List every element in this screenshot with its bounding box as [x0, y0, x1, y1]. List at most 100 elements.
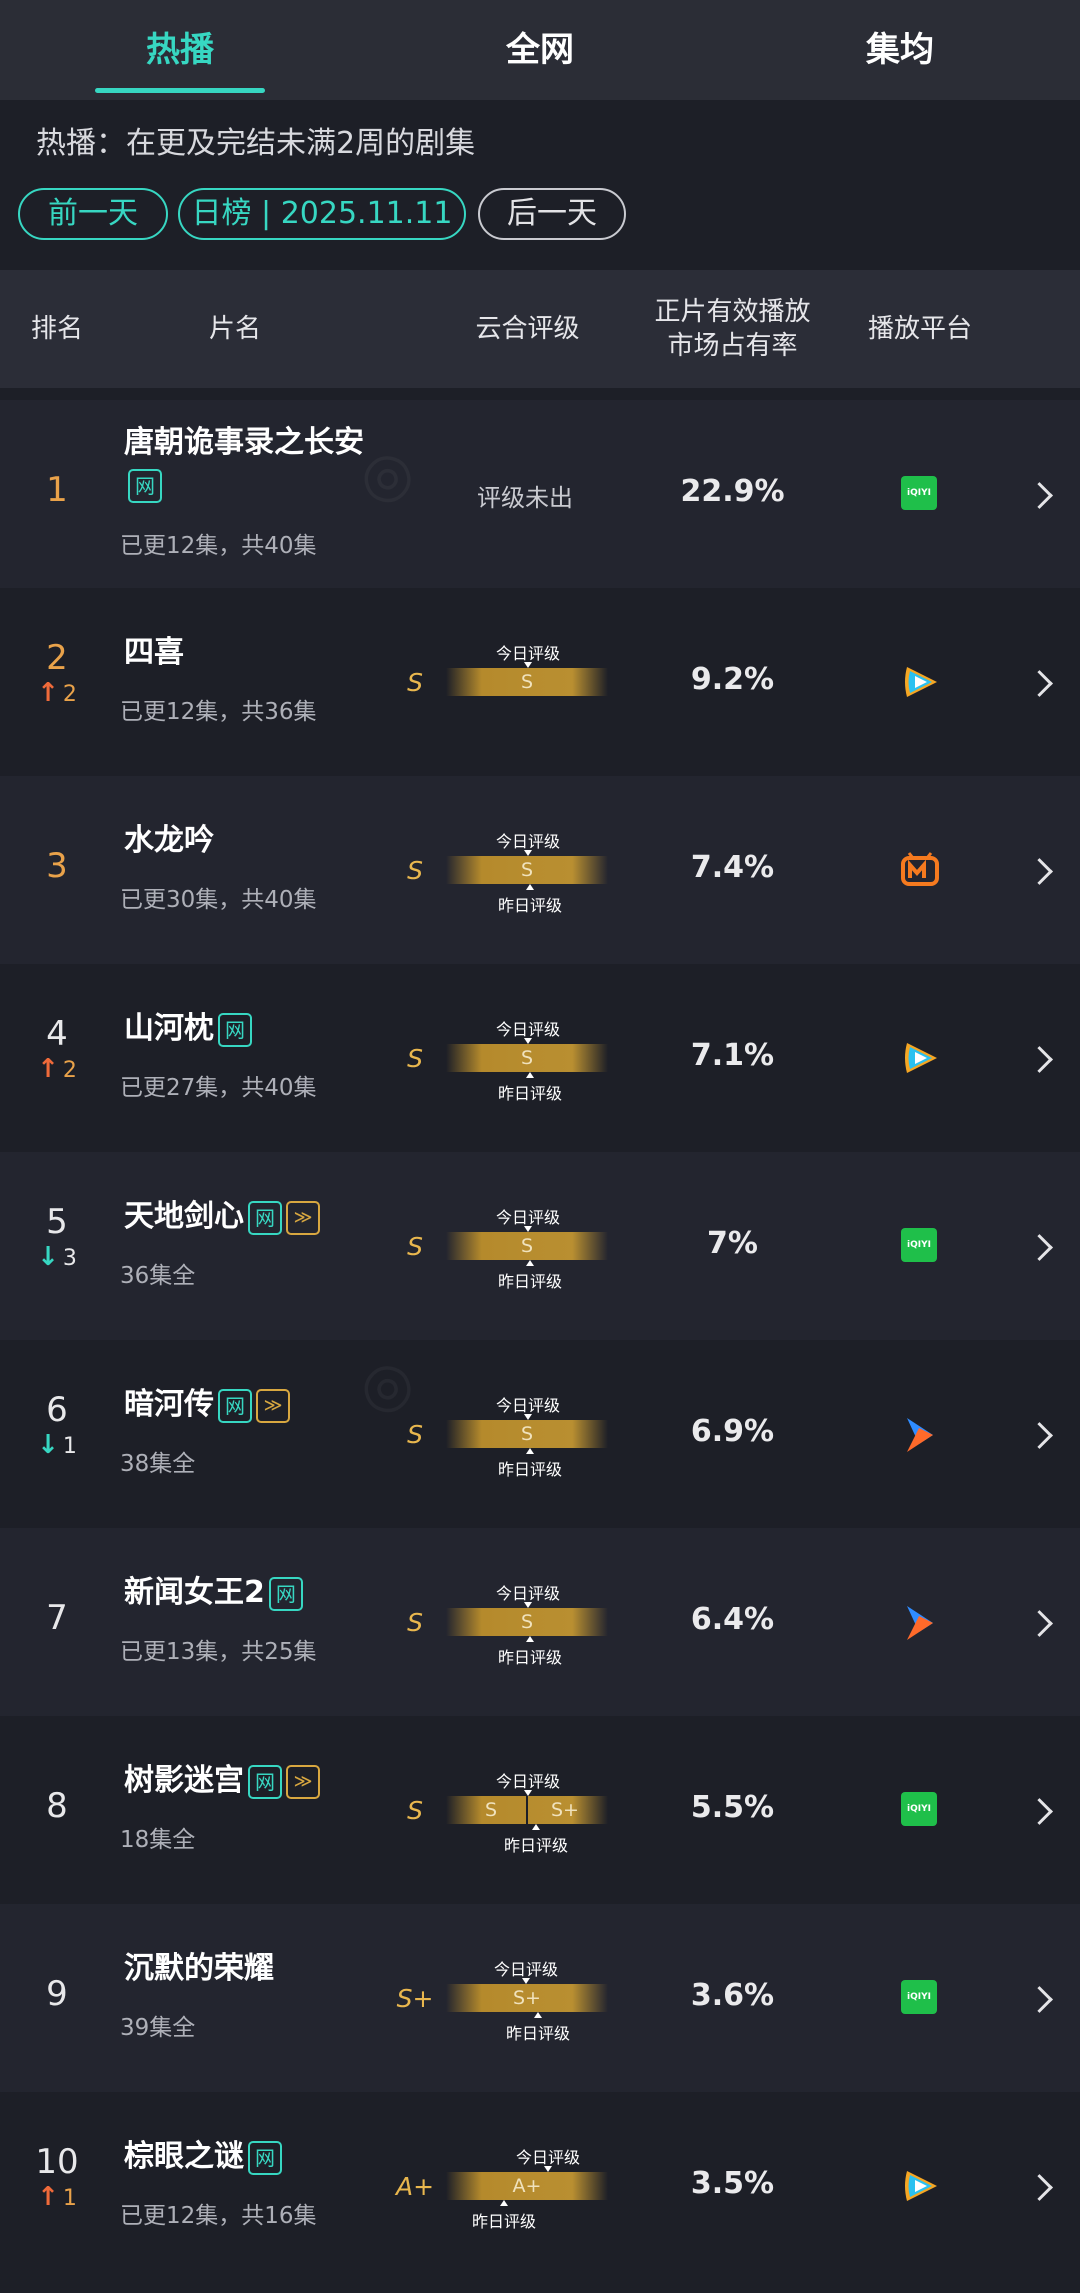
today-marker [544, 2166, 552, 2172]
chevron-right-icon[interactable] [1026, 670, 1053, 697]
yesterday-grade-label: 昨日评级 [497, 1460, 562, 1479]
drama-title[interactable]: 水龙吟 [124, 820, 364, 862]
drama-title-text: 山河枕 [124, 1011, 214, 1046]
table-row[interactable]: 7 新闻女王2 网已更13集，共25集 S S 今日评级 昨日评级 6.4% [0, 1528, 1080, 1716]
grade-value: S+ [396, 1984, 434, 2013]
drama-title[interactable]: 树影迷宫网 ≫ [124, 1760, 364, 1802]
table-row[interactable]: 4 ↑ 2 山河枕网已更27集，共40集 S S 今日评级 昨日评级 7.1% [0, 964, 1080, 1152]
rank-change-value: 1 [62, 1434, 77, 1459]
iqiyi-logo: iQIYI [901, 1228, 937, 1262]
current-date-selector[interactable]: 日榜 | 2025.11.11 [178, 188, 466, 240]
rank-number: 6 [46, 1390, 68, 1430]
table-row[interactable]: 10 ↑ 1 棕眼之谜网已更12集，共16集 A+ A+ 今日评级 昨日评级 3.5% [0, 2092, 1080, 2280]
network-drama-badge: 网 [248, 1200, 282, 1235]
table-row[interactable]: 5 ↓ 3 天地剑心网 ≫ 36集全 S S 今日评级 昨日评级 7% iQIYI [0, 1152, 1080, 1340]
drama-title[interactable]: 沉默的荣耀 [124, 1948, 364, 1990]
chevron-right-icon[interactable] [1026, 1798, 1053, 1825]
today-grade-label: 今日评级 [495, 1020, 560, 1039]
chevron-right-icon[interactable] [1026, 1422, 1053, 1449]
table-header: 排名 片名 云合评级 正片有效播放 市场占有率 播放平台 [0, 270, 1080, 388]
table-row[interactable]: 9 沉默的荣耀 39集全 S+ S+ 今日评级 昨日评级 3.6% iQIYI [0, 1904, 1080, 2092]
drama-title[interactable]: 山河枕网 [124, 1008, 364, 1050]
chevron-right-icon[interactable] [1026, 1986, 1053, 2013]
drama-title[interactable]: 天地剑心网 ≫ [124, 1196, 364, 1238]
grade-bar-label: S [520, 1423, 534, 1445]
next-day-button[interactable]: 后一天 [478, 188, 626, 240]
table-row[interactable]: 1 唐朝诡事录之长安网 已更12集，共40集 评级未出 22.9% iQIYI [0, 400, 1080, 588]
chevron-right-icon[interactable] [1026, 858, 1053, 885]
chevron-right-icon[interactable] [1026, 482, 1053, 509]
grade-value: S [407, 668, 423, 697]
grade-bar: S [446, 1608, 608, 1636]
tab-all-network[interactable]: 全网 [360, 0, 720, 100]
tab-hot[interactable]: 热播 [0, 0, 360, 100]
drama-title[interactable]: 四喜 [124, 632, 364, 674]
chevron-right-icon[interactable] [1026, 1610, 1053, 1637]
network-drama-badge: 网 [128, 468, 162, 503]
yesterday-grade-label: 昨日评级 [497, 1084, 562, 1103]
episode-status: 已更13集，共25集 [120, 1639, 317, 1665]
iqiyi-logo: iQIYI [901, 1980, 937, 2014]
network-drama-badge: 网 [248, 1764, 282, 1799]
today-marker [524, 1038, 532, 1044]
today-grade-label: 今日评级 [493, 1960, 558, 1979]
yesterday-marker [526, 1448, 534, 1454]
grade-value: S [407, 1608, 423, 1637]
table-row[interactable]: 8 树影迷宫网 ≫ 18集全 S S S+ 今日评级 昨日评级 5.5% iQIYI [0, 1716, 1080, 1904]
column-platform: 播放平台 [867, 314, 972, 344]
drama-title[interactable]: 唐朝诡事录之长安网 [124, 422, 364, 506]
market-share: 6.4% [690, 1602, 775, 1637]
table-row[interactable]: 3 水龙吟 已更30集，共40集 S S 今日评级 昨日评级 7.4% [0, 776, 1080, 964]
grade-bar: S S+ [446, 1796, 608, 1824]
yesterday-grade-label: 昨日评级 [497, 1648, 562, 1667]
drama-title-text: 沉默的荣耀 [124, 1951, 274, 1986]
rank-number: 8 [46, 1786, 68, 1826]
yesterday-marker [526, 1072, 534, 1078]
column-grade: 云合评级 [475, 314, 580, 344]
exclusive-badge-icon: ≫ [286, 1764, 320, 1799]
previous-day-button[interactable]: 前一天 [18, 188, 168, 240]
yesterday-grade-label: 昨日评级 [497, 896, 562, 915]
drama-title[interactable]: 暗河传网 ≫ [124, 1384, 364, 1426]
grade-bar: S [446, 1420, 608, 1448]
yesterday-marker [534, 2012, 542, 2018]
today-grade-label: 今日评级 [495, 644, 560, 663]
market-share: 7.4% [690, 850, 775, 885]
tab-per-episode[interactable]: 集均 [720, 0, 1080, 100]
rank-number: 3 [46, 846, 68, 886]
youku-icon [901, 1416, 937, 1452]
iqiyi-icon: iQIYI [901, 1228, 937, 1264]
drama-title[interactable]: 新闻女王2 网 [124, 1572, 364, 1614]
drama-title-text: 四喜 [124, 635, 184, 670]
table-row[interactable]: 2 ↑ 2 四喜 已更12集，共36集 S S 今日评级 9.2% [0, 588, 1080, 776]
tencent-video-icon [901, 664, 937, 700]
tencent-video-icon [901, 2168, 937, 2204]
arrow-up-icon: ↑ [37, 2182, 59, 2212]
market-share: 9.2% [690, 662, 775, 697]
grade-bar-label: S [520, 671, 534, 693]
chevron-right-icon[interactable] [1026, 1234, 1053, 1261]
grade-bar-label: S [484, 1799, 498, 1821]
rank-change: ↓ 3 [20, 1242, 94, 1272]
mango-tv-icon [901, 852, 939, 888]
yesterday-grade-label: 昨日评级 [503, 1836, 568, 1855]
rank-change-value: 2 [62, 1058, 77, 1083]
today-grade-label: 今日评级 [495, 1208, 560, 1227]
today-marker [522, 1978, 530, 1984]
table-row[interactable]: 6 ↓ 1 暗河传网 ≫ 38集全 S S 今日评级 昨日评级 6.9% [0, 1340, 1080, 1528]
chevron-right-icon[interactable] [1026, 1046, 1053, 1073]
grade-value: S [407, 1232, 423, 1261]
grade-value: S [407, 856, 423, 885]
column-market-share: 正片有效播放 市场占有率 [640, 270, 825, 388]
today-grade-label: 今日评级 [495, 1396, 560, 1415]
today-marker [524, 850, 532, 856]
network-drama-badge: 网 [218, 1012, 252, 1047]
grade-bar-label: S [520, 1047, 534, 1069]
market-share: 3.5% [690, 2166, 775, 2201]
rank-change: ↓ 1 [20, 1430, 94, 1460]
drama-title[interactable]: 棕眼之谜网 [124, 2136, 364, 2178]
episode-status: 38集全 [120, 1451, 196, 1477]
chevron-right-icon[interactable] [1026, 2174, 1053, 2201]
today-grade-label: 今日评级 [495, 832, 560, 851]
arrow-down-icon: ↓ [37, 1430, 59, 1460]
